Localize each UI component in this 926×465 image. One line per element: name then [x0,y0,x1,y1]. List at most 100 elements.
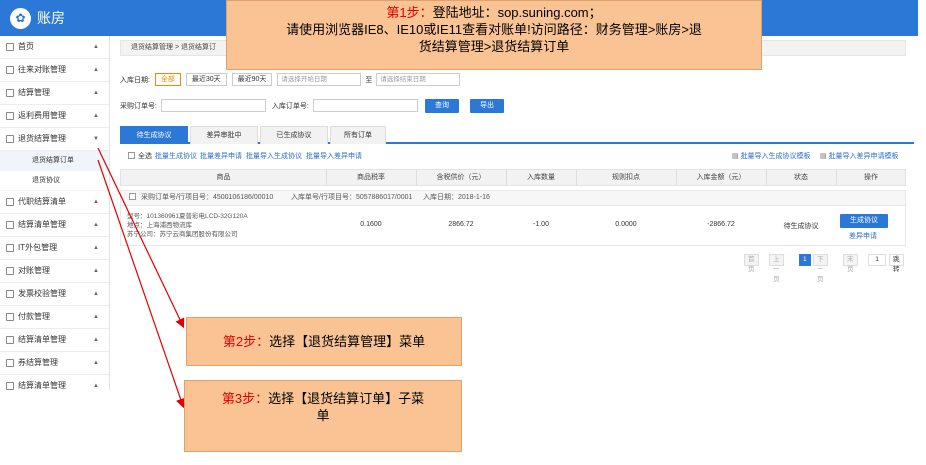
app-title: 账房 [37,10,65,26]
chevron-up-icon: ▲ [93,314,99,320]
step3-line1: 选择【退货结算订单】子菜 [268,391,425,406]
sidebar-item-it-outsourcing[interactable]: IT外包管理 ▲ [0,237,109,260]
pager-goto-input[interactable]: 1 [868,254,886,266]
group-in-order: 入库单号/行项目号：5057886017/0001 [291,194,413,201]
sidebar-item-agency-list[interactable]: 代职结算清单 ▲ [0,191,109,214]
sidebar-item-settlement-list[interactable]: 结算清单管理 ▲ [0,214,109,237]
tab-generated[interactable]: 已生成协议 [260,126,328,144]
sidebar-item-reconcile-ledger[interactable]: 往来对账管理 ▲ [0,59,109,82]
export-button[interactable]: 导出 [470,99,504,113]
po-label: 采购订单号: [120,102,157,110]
batch-import-generate-link[interactable]: 批量导入生成协议 [246,151,302,163]
goods-company: 苏宁公司：苏宁云商集团股份有限公司 [127,231,238,238]
sidebar-item-home[interactable]: 首页 ▲ [0,36,109,59]
date-all-button[interactable]: 全部 [154,73,181,86]
batch-generate-link[interactable]: 批量生成协议 [155,151,197,163]
sidebar-item-invoice[interactable]: 发票校验管理 ▲ [0,283,109,306]
sidebar-subitem-return-orders[interactable]: 退货结算订单 [0,151,109,171]
ledger-icon [6,66,14,74]
sidebar-item-rebate[interactable]: 返利费用管理 ▲ [0,105,109,128]
generate-agreement-button[interactable]: 生成协议 [840,214,888,228]
col-goods: 商品 [216,174,231,181]
chevron-up-icon: ▲ [93,199,99,205]
po-input[interactable] [160,99,266,112]
batch-toolbar: 全选 批量生成协议 批量差异申请 批量导入生成协议 批量导入差异申请 ▤ 批量导… [128,151,908,163]
group-in-date: 入库日期：2018-1-16 [423,194,490,201]
template-generate-link[interactable]: ▤ 批量导入生成协议模板 [732,151,811,163]
start-date-input[interactable]: 请选择开始日期 [277,73,362,86]
document-icon: ▤ [732,153,741,160]
sidebar-item-reconcile[interactable]: 对账管理 ▲ [0,260,109,283]
date-90-button[interactable]: 最近90天 [231,73,273,86]
batch-import-diff-link[interactable]: 批量导入差异申请 [306,151,362,163]
pager-next[interactable]: 下一页 [813,254,828,283]
date-label: 入库日期: [120,76,150,84]
checkbox-icon [128,152,135,159]
tab-all-orders[interactable]: 所有订单 [330,126,386,144]
batch-diff-link[interactable]: 批量差异申请 [200,151,242,163]
callout-step1: 第1步：登陆地址：sop.suning.com； 请使用浏览器IE8、IE10或… [226,0,762,70]
sidebar-item-payment[interactable]: 付款管理 ▲ [0,306,109,329]
chevron-up-icon: ▲ [93,291,99,297]
step2-label: 第2步： [222,334,270,349]
goods-model: 型号：101360961夏普彩电LCD-32G120A [127,213,248,220]
sidebar-subitem-return-agreement[interactable]: 退货协议 [0,171,109,191]
step1-label: 第1步： [386,5,433,20]
tab-diff-approval[interactable]: 差异审批中 [190,126,258,144]
chevron-up-icon: ▲ [93,113,99,119]
diff-apply-link[interactable]: 差异申请 [849,231,877,241]
sidebar-item-settlement-list-3[interactable]: 结算清单管理 ▲ [0,375,109,390]
sidebar-item-coupon[interactable]: 券结算管理 ▲ [0,352,109,375]
tab-pending[interactable]: 待生成协议 [120,126,188,144]
document-icon: ▤ [820,153,829,160]
step1-line2: 请使用浏览器IE8、IE10或IE11查看对账单!访问路径：财务管理>账房>退 [286,22,702,37]
settlement-icon [6,89,14,97]
sidebar-item-settlement-list-2[interactable]: 结算清单管理 ▲ [0,329,109,352]
pager-goto-button[interactable]: 跳转 [889,254,904,273]
col-status: 状态 [794,174,808,181]
chevron-up-icon: ▲ [93,44,99,50]
suning-logo-icon: ✿ [10,8,31,29]
group-checkbox[interactable] [129,191,139,205]
chevron-down-icon: ▼ [93,136,99,142]
range-separator: 至 [365,76,373,84]
tab-bar: 待生成协议 差异审批中 已生成协议 所有订单 [120,126,914,144]
col-tax-rate: 商品税率 [357,174,385,181]
date-30-button[interactable]: 最近30天 [185,73,227,86]
in-order-input[interactable] [312,99,418,112]
checkbox-icon [129,193,136,200]
search-button[interactable]: 查询 [425,99,459,113]
payment-icon [6,313,14,321]
order-filter-row: 采购订单号: 入库订单号: [120,99,418,112]
step2-text: 选择【退货结算管理】菜单 [269,334,426,349]
pager-current[interactable]: 1 [799,254,811,266]
step3-label: 第3步： [221,391,269,406]
home-icon [6,43,14,51]
list-icon [6,221,14,229]
callout-step2: 第2步：选择【退货结算管理】菜单 [186,317,462,366]
pager-prev[interactable]: 上一页 [769,254,784,283]
return-icon [6,135,14,143]
step1-line3: 货结算管理>退货结算订单 [418,39,570,54]
end-date-input[interactable]: 请选择结束日期 [376,73,461,86]
list-icon [6,198,14,206]
template-diff-link[interactable]: ▤ 批量导入差异申请模板 [820,151,899,163]
cell-qty: -1.00 [533,221,549,228]
chevron-up-icon: ▲ [93,337,99,343]
sidebar-item-settlement[interactable]: 结算管理 ▲ [0,82,109,105]
chevron-up-icon: ▲ [93,383,99,389]
table-header: 商品 商品税率 含税供价（元） 入库数量 规则扣点 入库金额（元） 状态 操作 [120,169,906,186]
chevron-up-icon: ▲ [93,67,99,73]
callout-step3: 第3步：选择【退货结算订单】子菜 单 [184,380,462,452]
sidebar-item-return-settlement[interactable]: 退货结算管理 ▼ [0,128,109,151]
pager-last[interactable]: 末页 [843,254,858,273]
chevron-up-icon: ▲ [93,360,99,366]
col-amount: 入库金额（元） [696,174,746,181]
col-price: 含税供价（元） [436,174,486,181]
table-row: 型号：101360961夏普彩电LCD-32G120A 地点：上海浦西物流库 苏… [120,206,906,246]
sidebar: 首页 ▲ 往来对账管理 ▲ 结算管理 ▲ 返利费用管理 ▲ 退货结算管理 ▼ 退货结算订单… [0,36,110,390]
pager-first[interactable]: 首页 [744,254,759,273]
reconcile-icon [6,267,14,275]
select-all[interactable]: 全选 [128,151,152,163]
in-order-label: 入库订单号: [271,102,309,110]
